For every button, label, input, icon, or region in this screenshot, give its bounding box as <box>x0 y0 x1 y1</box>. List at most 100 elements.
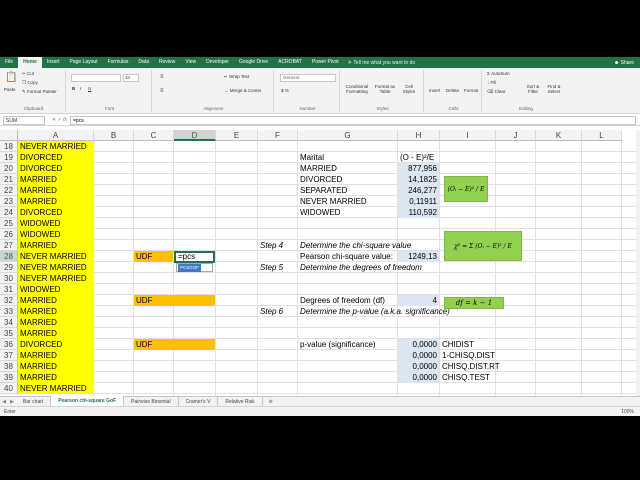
pvalue-value[interactable]: 0,0000 <box>398 372 439 383</box>
column-header-h[interactable]: H <box>398 130 440 141</box>
fill-button[interactable]: ↓ Fill <box>487 80 496 85</box>
table-row-value[interactable]: 14,1825 <box>398 174 439 185</box>
sheet-tab-pairwise-binomial[interactable]: Pairwise Binomial <box>124 396 179 407</box>
cell-a-marital[interactable]: MARRIED <box>18 240 93 251</box>
row-header-34[interactable]: 34 <box>0 317 18 328</box>
cell-a-marital[interactable]: DIVORCED <box>18 152 93 163</box>
pvalue-value[interactable]: 0,0000 <box>398 339 439 350</box>
find-select-button[interactable]: Find & Select <box>544 84 564 94</box>
cell-a-marital[interactable]: MARRIED <box>18 317 93 328</box>
row-header-18[interactable]: 18 <box>0 141 18 152</box>
row-header-32[interactable]: 32 <box>0 295 18 306</box>
autocomplete-item[interactable]: PCSGOF <box>178 264 202 272</box>
table-row-value[interactable]: 246,277 <box>398 185 439 196</box>
prev-sheet-icon[interactable]: ◀ <box>0 399 8 405</box>
worksheet-grid[interactable]: A B C D E F G H I J K L 18 19 20 21 22 23 24 25 26 27 28 29 30 31… <box>0 130 640 403</box>
df-label[interactable]: Degrees of freedom (df) <box>298 295 397 306</box>
format-painter-button[interactable]: ✎ Format Painter <box>22 89 57 95</box>
cell-a-marital[interactable]: MARRIED <box>18 361 93 372</box>
cell-a-marital[interactable]: DIVORCED <box>18 163 93 174</box>
column-header-l[interactable]: L <box>582 130 622 141</box>
tab-insert[interactable]: Insert <box>42 57 65 68</box>
align-top-icon[interactable]: ≡ <box>160 74 164 80</box>
row-header-19[interactable]: 19 <box>0 152 18 163</box>
row-header-40[interactable]: 40 <box>0 383 18 394</box>
pvalue-function[interactable]: CHISQ.TEST <box>440 372 535 383</box>
format-cells-button[interactable]: Format <box>464 88 478 93</box>
paste-button[interactable]: Paste <box>4 87 16 92</box>
column-header-k[interactable]: K <box>536 130 582 141</box>
cut-button[interactable]: ✂ Cut <box>22 71 34 77</box>
column-header-d[interactable]: D <box>174 130 216 141</box>
cell-a-marital[interactable]: DIVORCED <box>18 207 93 218</box>
tell-me-search[interactable]: ☀ Tell me what you want to do <box>348 60 416 66</box>
row-header-21[interactable]: 21 <box>0 174 18 185</box>
df-value[interactable]: 4 <box>398 295 439 306</box>
add-sheet-icon[interactable]: ⊕ <box>269 399 273 405</box>
row-header-30[interactable]: 30 <box>0 273 18 284</box>
row-header-36[interactable]: 36 <box>0 339 18 350</box>
fx-icon[interactable]: ✕ ✓ fx <box>52 116 67 125</box>
merge-center-button[interactable]: ↔ Merge & Center <box>224 88 262 93</box>
cell-a-marital[interactable]: MARRIED <box>18 295 93 306</box>
step5-label[interactable]: Step 5 <box>258 262 297 273</box>
table-row-label[interactable]: SEPARATED <box>298 185 397 196</box>
row-header-22[interactable]: 22 <box>0 185 18 196</box>
column-header-i[interactable]: I <box>440 130 496 141</box>
column-header-f[interactable]: F <box>258 130 298 141</box>
bold-button[interactable]: B <box>72 86 75 91</box>
cell-a-marital[interactable]: NEVER MARRIED <box>18 251 93 262</box>
column-header-b[interactable]: B <box>94 130 134 141</box>
table-row-value[interactable]: 877,956 <box>398 163 439 174</box>
tab-file[interactable]: File <box>0 57 18 68</box>
table-row-value[interactable]: 0,11911 <box>398 196 439 207</box>
table-header-marital[interactable]: Marital <box>298 152 397 163</box>
vertical-scrollbar[interactable] <box>636 130 640 396</box>
pvalue-function[interactable]: CHISQ.DIST.RT <box>440 361 535 372</box>
pvalue-value[interactable]: 0,0000 <box>398 361 439 372</box>
cell-a-marital[interactable]: DIVORCED <box>18 339 93 350</box>
autocomplete-dropdown[interactable]: PCSGOF <box>176 263 213 272</box>
tab-google-drive[interactable]: Google Drive <box>234 57 273 68</box>
format-as-table-button[interactable]: Format as Table <box>373 84 397 94</box>
cell-a-marital[interactable]: NEVER MARRIED <box>18 262 93 273</box>
cell-a-marital[interactable]: NEVER MARRIED <box>18 141 93 152</box>
align-left-icon[interactable]: ≡ <box>160 88 164 94</box>
udf-label[interactable]: UDF <box>134 295 215 306</box>
delete-cells-button[interactable]: Delete <box>446 88 459 93</box>
column-header-c[interactable]: C <box>134 130 174 141</box>
table-header-calc[interactable]: (O - E)²/E <box>398 152 439 163</box>
row-header-39[interactable]: 39 <box>0 372 18 383</box>
column-header-g[interactable]: G <box>298 130 398 141</box>
step4-label[interactable]: Step 4 <box>258 240 297 251</box>
formula-input[interactable]: =pcs <box>70 116 636 125</box>
table-row-label[interactable]: MARRIED <box>298 163 397 174</box>
cell-a-marital[interactable]: MARRIED <box>18 372 93 383</box>
share-button[interactable]: ☻ Share <box>614 60 634 66</box>
cell-a-marital[interactable]: WIDOWED <box>18 229 93 240</box>
step5-text[interactable]: Determine the degrees of freedom <box>298 262 495 273</box>
cell-a-marital[interactable]: MARRIED <box>18 185 93 196</box>
udf-label[interactable]: UDF <box>134 339 215 350</box>
font-size-select[interactable]: 10 <box>123 74 139 82</box>
row-header-28[interactable]: 28 <box>0 251 18 262</box>
pearson-label[interactable]: Pearson chi-square value: <box>298 251 397 262</box>
cell-styles-button[interactable]: Cell Styles <box>399 84 419 94</box>
cell-a-marital[interactable]: WIDOWED <box>18 284 93 295</box>
row-header-25[interactable]: 25 <box>0 218 18 229</box>
tab-power-pivot[interactable]: Power Pivot <box>307 57 344 68</box>
conditional-formatting-button[interactable]: Conditional Formatting <box>344 84 370 94</box>
row-header-31[interactable]: 31 <box>0 284 18 295</box>
tab-data[interactable]: Data <box>133 57 154 68</box>
active-cell-editor[interactable]: =pcs <box>174 251 215 263</box>
pvalue-function[interactable]: 1-CHISQ.DIST <box>440 350 535 361</box>
sort-filter-button[interactable]: Sort & Filter <box>524 84 542 94</box>
underline-button[interactable]: U <box>88 86 91 91</box>
cell-a-marital[interactable]: MARRIED <box>18 306 93 317</box>
number-format-select[interactable]: General <box>280 74 336 82</box>
table-row-label[interactable]: WIDOWED <box>298 207 397 218</box>
cell-a-marital[interactable]: NEVER MARRIED <box>18 273 93 284</box>
sheet-tab-cramers-v[interactable]: Cramer's V <box>179 396 219 407</box>
select-all-corner[interactable] <box>0 130 18 141</box>
sheet-tab-bar-chart[interactable]: Bar chart <box>16 396 52 407</box>
